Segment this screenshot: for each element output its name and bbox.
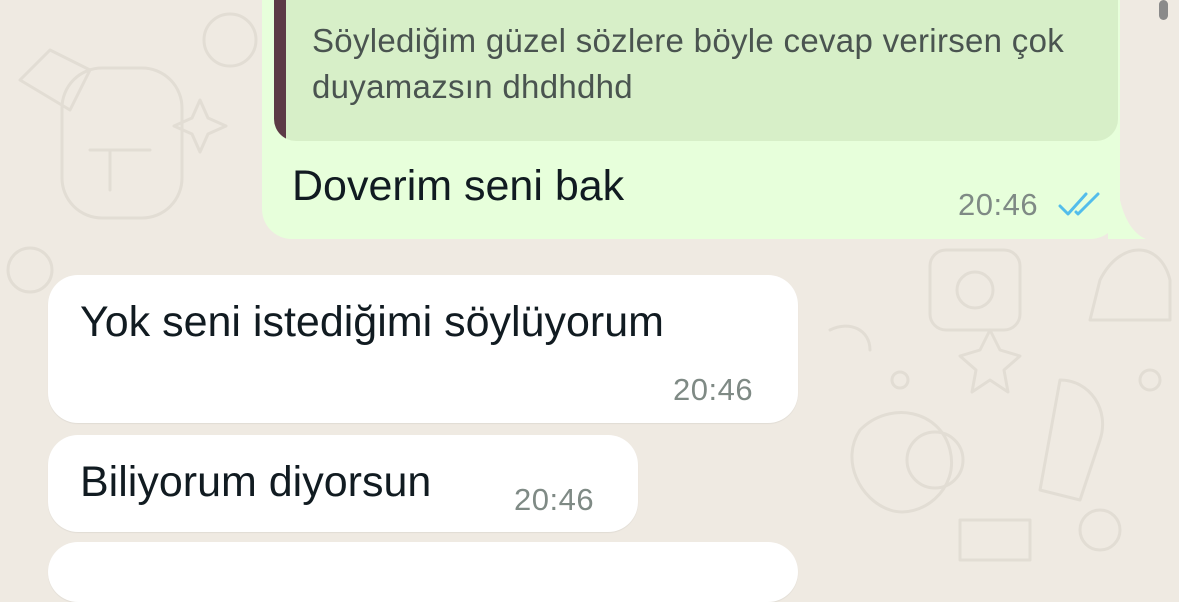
bubble-tail (1108, 200, 1146, 239)
message-timestamp: 20:46 (958, 187, 1039, 222)
quoted-message[interactable]: Söylediğim güzel sözlere böyle cevap ver… (274, 0, 1118, 141)
message-text: Biliyorum diyorsun (80, 458, 432, 506)
quote-accent-bar (274, 0, 286, 141)
message-timestamp: 20:46 (514, 482, 595, 517)
scrollbar-thumb[interactable] (1159, 0, 1168, 20)
double-check-read-icon (1058, 192, 1100, 216)
message-text: Doverim seni bak (292, 162, 625, 210)
quoted-message-text: Söylediğim güzel sözlere böyle cevap ver… (312, 22, 1065, 105)
message-timestamp: 20:46 (673, 372, 754, 407)
message-text: Yok seni istediğimi söylüyorum (80, 298, 664, 346)
incoming-message-bubble-partial[interactable] (48, 542, 798, 602)
